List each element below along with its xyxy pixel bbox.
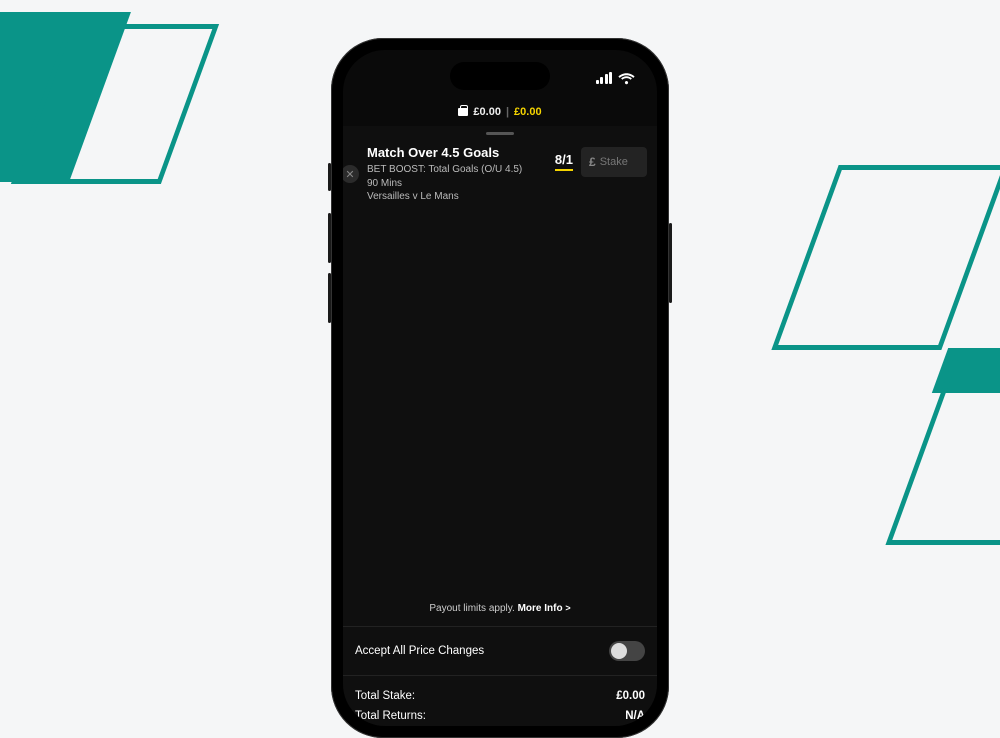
balance-divider: | <box>506 106 509 118</box>
stake-input[interactable] <box>600 156 639 168</box>
remove-selection-button[interactable]: ✕ <box>343 165 359 183</box>
payout-notice-text: Payout limits apply. <box>429 603 514 614</box>
accept-price-changes-row: Accept All Price Changes <box>343 627 657 676</box>
total-stake-value: £0.00 <box>616 690 645 702</box>
bet-slip-sheet: ✕ Match Over 4.5 Goals BET BOOST: Total … <box>343 126 657 726</box>
stake-input-box[interactable]: £ <box>581 147 647 177</box>
bet-period: 90 Mins <box>367 177 547 191</box>
totals-section: Total Stake: £0.00 Total Returns: N/A <box>343 676 657 726</box>
phone-volume-down <box>328 273 331 323</box>
odds-container: 8/1 <box>555 145 573 171</box>
wifi-icon <box>618 72 635 85</box>
balance-bonus: £0.00 <box>514 106 542 118</box>
accept-price-changes-label: Accept All Price Changes <box>355 645 484 657</box>
total-returns-value: N/A <box>625 710 645 722</box>
total-returns-label: Total Returns: <box>355 710 426 722</box>
payout-limits-notice: Payout limits apply. More Info > <box>343 595 657 627</box>
phone-volume-up <box>328 213 331 263</box>
bet-info: Match Over 4.5 Goals BET BOOST: Total Go… <box>367 145 547 204</box>
bet-selection-row: ✕ Match Over 4.5 Goals BET BOOST: Total … <box>343 143 657 214</box>
phone-power-button <box>669 223 672 303</box>
dynamic-island <box>450 62 550 90</box>
more-info-link[interactable]: More Info > <box>518 603 571 614</box>
balance-cash: £0.00 <box>473 106 501 118</box>
toggle-knob <box>611 643 627 659</box>
accept-price-changes-toggle[interactable] <box>609 641 645 661</box>
bet-title: Match Over 4.5 Goals <box>367 145 547 160</box>
total-stake-row: Total Stake: £0.00 <box>355 686 645 706</box>
close-icon: ✕ <box>345 168 354 181</box>
odds-value[interactable]: 8/1 <box>555 152 573 171</box>
total-stake-label: Total Stake: <box>355 690 415 702</box>
bg-parallelogram-outline-r1 <box>771 165 1000 350</box>
bet-event: Versailles v Le Mans <box>367 190 547 204</box>
stake-currency: £ <box>589 155 596 169</box>
phone-silent-switch <box>328 163 331 191</box>
wallet-icon <box>458 108 468 116</box>
bet-market: BET BOOST: Total Goals (O/U 4.5) <box>367 163 547 177</box>
drag-handle[interactable] <box>486 132 514 135</box>
phone-screen: £0.00 | £0.00 ✕ Match Over 4.5 Goals BET… <box>343 50 657 726</box>
total-returns-row: Total Returns: N/A <box>355 706 645 726</box>
phone-frame: £0.00 | £0.00 ✕ Match Over 4.5 Goals BET… <box>331 38 669 738</box>
cellular-signal-icon <box>596 72 613 84</box>
balance-bar: £0.00 | £0.00 <box>343 102 657 126</box>
chevron-right-icon: > <box>565 603 570 613</box>
